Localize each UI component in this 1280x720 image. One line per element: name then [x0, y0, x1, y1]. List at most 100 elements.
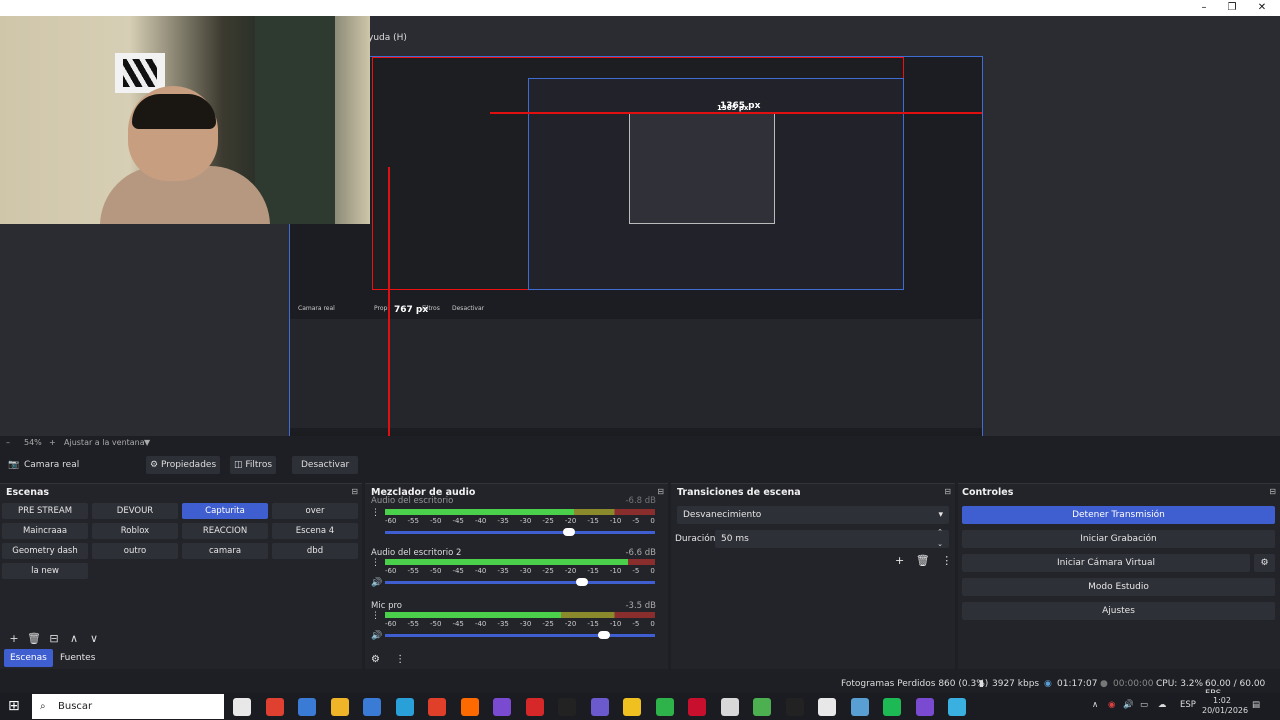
menu-item-help[interactable]: yuda (H) [368, 33, 407, 43]
meter-tick-label: -5 [632, 567, 640, 575]
taskbar-app-icon[interactable] [460, 698, 479, 716]
tab-scenes[interactable]: Escenas [4, 649, 53, 667]
scene-reaccion[interactable]: REACCION [182, 523, 268, 539]
studio-mode-button[interactable]: Modo Estudio [962, 578, 1275, 596]
mixer-undock-icon[interactable]: ⊟ [657, 487, 664, 496]
transitions-undock-icon[interactable]: ⊟ [944, 487, 951, 496]
taskbar-app-icon[interactable] [818, 698, 836, 716]
settings-button[interactable]: Ajustes [962, 602, 1275, 620]
tab-sources[interactable]: Fuentes [54, 649, 101, 667]
taskbar-app-icon[interactable] [720, 698, 739, 716]
speaker-icon[interactable]: 🔊 [371, 578, 382, 588]
add-transition-icon[interactable]: + [895, 554, 904, 567]
notifications-icon[interactable]: ▤ [1252, 700, 1260, 710]
clock-time[interactable]: 1:02 [1213, 696, 1231, 705]
volume-slider[interactable] [385, 578, 655, 586]
volume-slider[interactable] [385, 631, 655, 639]
volume-knob[interactable] [562, 528, 575, 536]
taskbar-app-icon[interactable] [688, 698, 706, 716]
scene-camara[interactable]: camara [182, 543, 268, 559]
scene-devour[interactable]: DEVOUR [92, 503, 178, 519]
controls-undock-icon[interactable]: ⊟ [1269, 487, 1276, 496]
webcam-source[interactable] [0, 16, 370, 224]
scene-dbd[interactable]: dbd [272, 543, 358, 559]
remove-scene-icon[interactable]: 🗑 [24, 632, 44, 645]
taskbar-app-icon[interactable] [298, 698, 316, 716]
taskbar-app-icon[interactable] [525, 698, 544, 716]
tray-app-icon[interactable]: ◉ [1108, 700, 1115, 710]
taskbar-app-icon[interactable] [558, 698, 576, 716]
zoom-out-button[interactable]: – [6, 438, 10, 447]
scene-capturita[interactable]: Capturita [182, 503, 268, 519]
zoom-in-button[interactable]: + [49, 438, 56, 447]
taskbar-search[interactable]: ⌕ Buscar [32, 694, 224, 719]
filters-button[interactable]: ◫ Filtros [230, 456, 277, 474]
clock-date[interactable]: 20/01/2026 [1202, 706, 1248, 715]
scene-roblox[interactable]: Roblox [92, 523, 178, 539]
channel-menu-icon[interactable]: ⋮ [371, 558, 380, 568]
move-down-icon[interactable]: ∨ [84, 632, 104, 645]
scene-pre-stream[interactable]: PRE STREAM [2, 503, 88, 519]
taskbar-app-icon[interactable] [233, 698, 251, 716]
add-scene-icon[interactable]: + [4, 632, 24, 645]
taskbar-app-icon[interactable] [428, 698, 446, 716]
windows-start-icon[interactable]: ⊞ [8, 698, 20, 714]
transition-menu-icon[interactable]: ⋮ [941, 554, 952, 567]
taskbar-app-icon[interactable] [655, 698, 674, 716]
scene-la-new[interactable]: la new [2, 563, 88, 579]
minimize-button[interactable]: – [1194, 1, 1214, 15]
start-virtual-camera-button[interactable]: Iniciar Cámara Virtual [962, 554, 1250, 572]
network-icon[interactable]: ▭ [1140, 700, 1148, 710]
onedrive-icon[interactable]: ☁ [1158, 700, 1167, 710]
properties-button[interactable]: ⚙ Propiedades [146, 456, 221, 474]
scene-over[interactable]: over [272, 503, 358, 519]
taskbar-app-icon[interactable] [883, 698, 901, 716]
channel-menu-icon[interactable]: ⋮ [371, 611, 380, 621]
volume-knob[interactable] [597, 631, 610, 639]
level-meter [385, 509, 655, 515]
volume-slider[interactable] [385, 528, 655, 536]
taskbar-app-icon[interactable] [363, 698, 381, 716]
taskbar-app-icon[interactable] [948, 698, 966, 716]
volume-icon[interactable]: 🔊 [1123, 700, 1134, 710]
maximize-button[interactable]: ❐ [1222, 1, 1242, 15]
taskbar-app-icon[interactable] [850, 698, 869, 716]
taskbar-app-icon[interactable] [493, 698, 511, 716]
start-recording-button[interactable]: Iniciar Grabación [962, 530, 1275, 548]
zoom-dropdown-icon[interactable]: ▼ [144, 438, 150, 447]
scene-maincraaa[interactable]: Maincraaa [2, 523, 88, 539]
taskbar-app-icon[interactable] [753, 698, 771, 716]
channel-menu-icon[interactable]: ⋮ [371, 508, 380, 518]
move-up-icon[interactable]: ∧ [64, 632, 84, 645]
preview-canvas[interactable]: 1365 px Camara real Propi Filtros Desact… [289, 56, 983, 447]
filter-scene-icon[interactable]: ⊟ [44, 632, 64, 645]
language-indicator[interactable]: ESP [1180, 700, 1196, 710]
stop-streaming-button[interactable]: Detener Transmisión [962, 506, 1275, 524]
taskbar-app-icon[interactable] [395, 698, 414, 716]
deactivate-button[interactable]: Desactivar [292, 456, 359, 474]
remove-transition-icon[interactable]: 🗑 [916, 554, 930, 567]
scene-escena-4[interactable]: Escena 4 [272, 523, 358, 539]
taskbar-app-icon[interactable] [590, 698, 609, 716]
preview-area[interactable]: yuda (H) 1365 px Camara real Propi Filtr… [0, 16, 1280, 447]
volume-knob[interactable] [576, 578, 589, 586]
taskbar-app-icon[interactable] [915, 698, 934, 716]
tray-chevron-icon[interactable]: ∧ [1092, 700, 1098, 710]
taskbar-app-icon[interactable] [265, 698, 284, 716]
scenes-undock-icon[interactable]: ⊟ [351, 487, 358, 496]
scene-outro[interactable]: outro [92, 543, 178, 559]
taskbar-app-icon[interactable] [330, 698, 349, 716]
close-button[interactable]: ✕ [1252, 1, 1272, 15]
speaker-icon[interactable]: 🔊 [371, 631, 382, 641]
scene-geometry-dash[interactable]: Geometry dash [2, 543, 88, 559]
fit-to-window-label[interactable]: Ajustar a la ventana [64, 438, 145, 447]
taskbar-app-icon[interactable] [785, 698, 804, 716]
virtual-camera-settings-icon[interactable]: ⚙ [1254, 554, 1275, 572]
mixer-menu-icon[interactable]: ⋮ [395, 654, 405, 665]
meter-tick-label: -45 [452, 567, 464, 575]
spin-arrows-icon[interactable]: ⌃ ⌄ [937, 526, 943, 550]
transition-select[interactable]: Desvanecimiento ▾ [677, 506, 949, 524]
duration-spinbox[interactable]: 50 ms ⌃ ⌄ [715, 528, 949, 548]
advanced-audio-icon[interactable]: ⚙ [371, 654, 380, 665]
taskbar-app-icon[interactable] [623, 698, 641, 716]
